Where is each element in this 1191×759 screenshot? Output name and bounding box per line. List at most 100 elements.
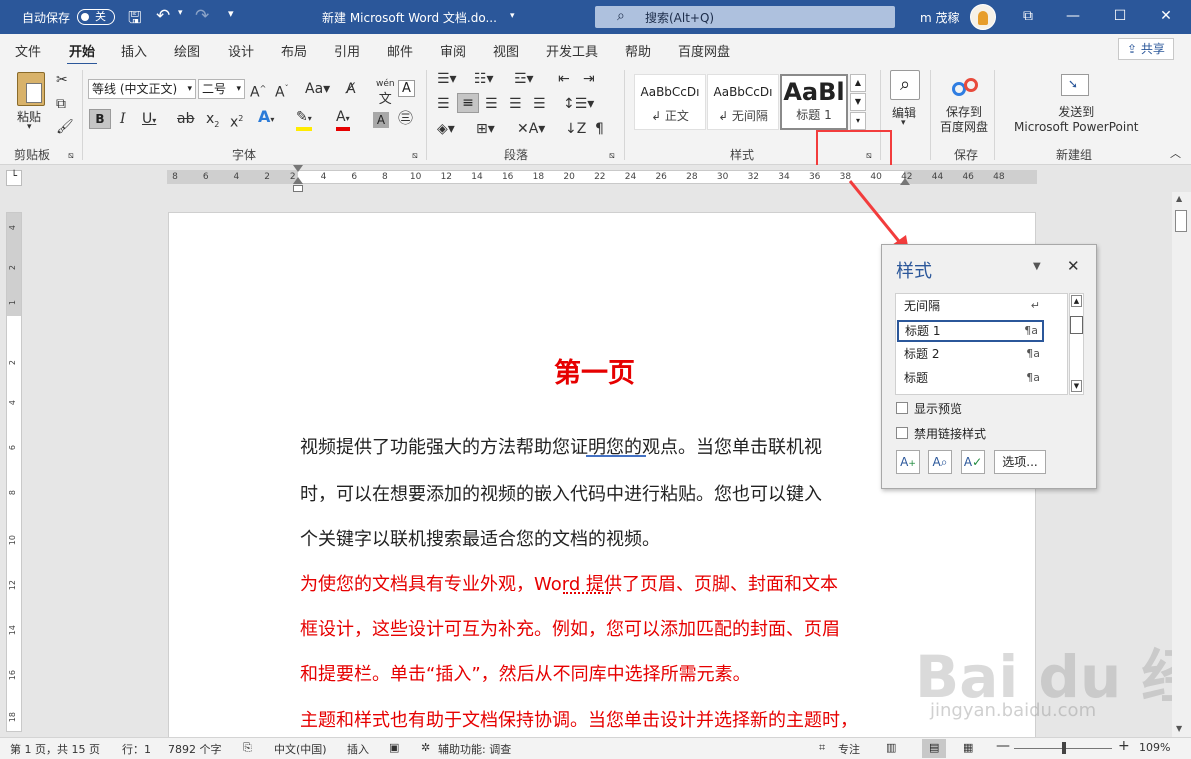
paragraph-launcher-icon[interactable]: ⧅	[609, 148, 615, 164]
language-indicator[interactable]: 中文(中国)	[274, 741, 327, 757]
tab-review[interactable]: 审阅	[440, 41, 466, 60]
chinese-layout-icon[interactable]: ✕A▾	[517, 121, 545, 137]
ribbon-display-icon[interactable]: ⧉	[1018, 8, 1038, 24]
document-heading[interactable]: 第一页	[554, 351, 635, 390]
bullets-icon[interactable]: ☰▾	[437, 71, 457, 87]
show-preview-checkbox[interactable]	[896, 402, 908, 414]
avatar[interactable]	[970, 4, 996, 30]
new-style-icon[interactable]: A+	[896, 450, 920, 474]
superscript-button[interactable]: x2	[230, 111, 243, 131]
zoom-slider-thumb[interactable]	[1062, 742, 1066, 754]
styles-list-scrollbar[interactable]: ▲ ▼	[1069, 293, 1084, 395]
clear-formatting-icon[interactable]: A̸	[346, 81, 356, 97]
pane-close-icon[interactable]: ✕	[1067, 257, 1080, 275]
baidu-cloud-icon[interactable]	[952, 74, 980, 100]
font-name-combo[interactable]: 等线 (中文正文) ▾	[88, 79, 196, 99]
align-left-icon[interactable]: ☰	[437, 96, 450, 112]
manage-styles-icon[interactable]: A✓	[961, 450, 985, 474]
print-layout-icon[interactable]: ▤	[922, 739, 946, 758]
tab-help[interactable]: 帮助	[625, 41, 651, 60]
save-icon[interactable]: 🖫	[128, 7, 142, 34]
proofing-icon[interactable]: ⎘	[243, 741, 252, 755]
insert-mode[interactable]: 插入	[347, 741, 369, 757]
tab-selector-icon[interactable]: └	[6, 170, 22, 186]
maximize-icon[interactable]: ☐	[1110, 8, 1130, 24]
show-marks-icon[interactable]: ¶	[595, 121, 604, 137]
focus-icon[interactable]: ⌗	[819, 741, 825, 755]
read-mode-icon[interactable]: ▥	[886, 741, 896, 754]
phonetic-guide-icon[interactable]: wén 文	[376, 76, 395, 109]
styles-scroll-down-icon[interactable]: ▼	[850, 93, 866, 111]
focus-mode[interactable]: 专注	[838, 741, 860, 757]
scroll-down-icon[interactable]: ▼	[1071, 380, 1082, 392]
distributed-icon[interactable]: ☰	[533, 96, 546, 112]
save-to-baidu-button[interactable]: 保存到 百度网盘	[940, 105, 988, 135]
body-paragraph-line[interactable]: 时，可以在想要添加的视频的嵌入代码中进行粘贴。您也可以键入	[300, 480, 822, 506]
accessibility-icon[interactable]: ✲	[421, 741, 430, 754]
undo-icon[interactable]: ↶	[156, 6, 170, 26]
document-title[interactable]: 新建 Microsoft Word 文档.do...	[322, 9, 497, 26]
format-painter-icon[interactable]: 🖌	[56, 119, 74, 135]
style-no-spacing[interactable]: AaBbCcDı ↲ 无间隔	[707, 74, 779, 130]
body-paragraph-line[interactable]: 框设计，这些设计可互为补充。例如，您可以添加匹配的封面、页眉	[300, 615, 840, 641]
user-name[interactable]: m 茂稼	[920, 9, 960, 26]
collapse-ribbon-icon[interactable]: ︿	[1170, 146, 1181, 162]
disable-linked-styles-checkbox[interactable]	[896, 427, 908, 439]
editing-dropdown-icon[interactable]: ▾	[901, 118, 906, 128]
close-icon[interactable]: ✕	[1156, 8, 1176, 24]
row-indicator[interactable]: 行：1	[122, 741, 151, 757]
scroll-up-icon[interactable]: ▲	[1176, 194, 1182, 203]
body-paragraph-line[interactable]: 个关键字以联机搜索最适合您的文档的视频。	[300, 525, 660, 551]
word-count[interactable]: 7892 个字	[168, 741, 222, 757]
zoom-level[interactable]: 109%	[1139, 741, 1170, 754]
numbering-icon[interactable]: ☷▾	[474, 71, 494, 87]
redo-icon[interactable]: ↷	[195, 6, 209, 26]
scroll-thumb[interactable]	[1070, 316, 1083, 334]
minimize-icon[interactable]: —	[1063, 8, 1083, 24]
character-border-icon[interactable]: A	[398, 80, 415, 97]
styles-more-icon[interactable]: ▾	[850, 112, 866, 130]
share-button[interactable]: ⇪ 共享	[1118, 38, 1174, 60]
undo-dropdown-icon[interactable]: ▾	[178, 8, 183, 18]
font-launcher-icon[interactable]: ⧅	[412, 148, 418, 164]
tab-home[interactable]: 开始	[66, 41, 98, 66]
align-center-icon[interactable]: ≡	[457, 93, 479, 113]
scroll-up-icon[interactable]: ▲	[1071, 295, 1082, 307]
sort-icon[interactable]: ↓Z	[565, 121, 586, 137]
styles-scroll-up-icon[interactable]: ▲	[850, 74, 866, 92]
accessibility-status[interactable]: 辅助功能: 调查	[438, 741, 511, 757]
font-size-combo[interactable]: 二号 ▾	[198, 79, 245, 99]
strikethrough-button[interactable]: ab	[177, 111, 194, 127]
shading-icon[interactable]: ◈▾	[437, 121, 455, 137]
search-box[interactable]: ⌕ 搜索(Alt+Q)	[595, 6, 895, 28]
style-normal[interactable]: AaBbCcDı ↲ 正文	[634, 74, 706, 130]
tab-insert[interactable]: 插入	[121, 41, 147, 60]
font-color-icon[interactable]: A▾	[336, 109, 350, 131]
macro-icon[interactable]: ▣	[389, 741, 399, 754]
body-paragraph-line[interactable]: 视频提供了功能强大的方法帮助您证明您的观点。当您单击联机视	[300, 433, 822, 459]
justify-icon[interactable]: ☰	[509, 96, 522, 112]
options-button[interactable]: 选项...	[994, 450, 1046, 474]
shrink-font-icon[interactable]: Aˇ	[275, 81, 289, 101]
character-shading-icon[interactable]: A	[373, 112, 389, 128]
style-inspector-icon[interactable]: A⌕	[928, 450, 952, 474]
body-paragraph-line[interactable]: 主题和样式也有助于文档保持协调。当您单击设计并选择新的主题时，	[300, 706, 858, 732]
autosave-toggle[interactable]: 关	[77, 9, 115, 25]
document-scroll-thumb[interactable]	[1175, 210, 1187, 232]
tab-design[interactable]: 设计	[228, 41, 254, 60]
multilevel-list-icon[interactable]: ☲▾	[514, 71, 534, 87]
copy-icon[interactable]: ⧉	[56, 96, 66, 112]
style-item-heading-1[interactable]: 标题 1 ¶a	[897, 320, 1044, 342]
tab-baidu-netdisk[interactable]: 百度网盘	[678, 41, 730, 60]
paste-dropdown-icon[interactable]: ▾	[27, 122, 32, 132]
borders-icon[interactable]: ⊞▾	[476, 121, 495, 137]
italic-button[interactable]: I	[120, 111, 126, 127]
style-item-heading-2[interactable]: 标题 2 ¶a	[897, 344, 1044, 366]
cut-icon[interactable]: ✂	[56, 72, 68, 88]
body-paragraph-line[interactable]: 和提要栏。单击“插入”，然后从不同库中选择所需元素。	[300, 660, 751, 686]
zoom-in-icon[interactable]: +	[1118, 738, 1130, 754]
find-icon[interactable]: ⌕	[890, 70, 920, 100]
tab-layout[interactable]: 布局	[281, 41, 307, 60]
paste-icon[interactable]	[17, 72, 45, 106]
style-heading-1[interactable]: AaBl 标题 1	[780, 74, 848, 130]
